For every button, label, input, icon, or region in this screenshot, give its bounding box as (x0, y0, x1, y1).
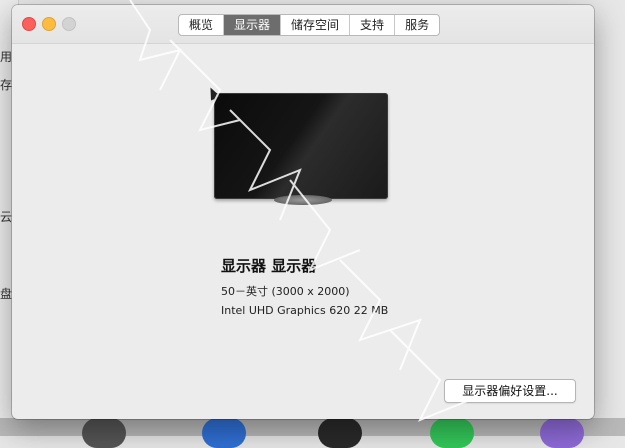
display-name: 显示器 显示器 (221, 257, 317, 275)
dock-app-icon[interactable] (318, 418, 362, 448)
tab-displays[interactable]: 显示器 (224, 15, 282, 35)
monitor-stand-icon (274, 195, 332, 205)
display-resolution: 50－英寸 (3000 x 2000) (221, 285, 350, 298)
tab-storage[interactable]: 储存空间 (281, 15, 351, 35)
tab-overview[interactable]: 概览 (179, 15, 225, 35)
dock-app-icon[interactable] (202, 418, 246, 448)
close-button[interactable] (22, 17, 36, 31)
dock-app-icon[interactable] (540, 418, 584, 448)
background-label: 用 (0, 50, 13, 64)
background-label: 存 (0, 78, 13, 92)
tab-service[interactable]: 服务 (395, 15, 439, 35)
zoom-button[interactable] (62, 17, 76, 31)
minimize-button[interactable] (42, 17, 56, 31)
display-monitor-icon (214, 93, 388, 199)
dock-app-icon[interactable] (430, 418, 474, 448)
graphics-info: Intel UHD Graphics 620 22 MB (221, 304, 389, 317)
background-label: 云 (0, 210, 13, 224)
background-label: 盘 (0, 287, 13, 301)
dock-app-icon[interactable] (82, 418, 126, 448)
display-preferences-button[interactable]: 显示器偏好设置... (444, 379, 576, 403)
title-bar: 概览 显示器 储存空间 支持 服务 (12, 5, 594, 44)
about-this-mac-window: 概览 显示器 储存空间 支持 服务 显示器 显示器 50－英寸 (3000 x … (12, 5, 594, 419)
tab-support[interactable]: 支持 (350, 15, 396, 35)
tab-bar: 概览 显示器 储存空间 支持 服务 (178, 14, 441, 36)
